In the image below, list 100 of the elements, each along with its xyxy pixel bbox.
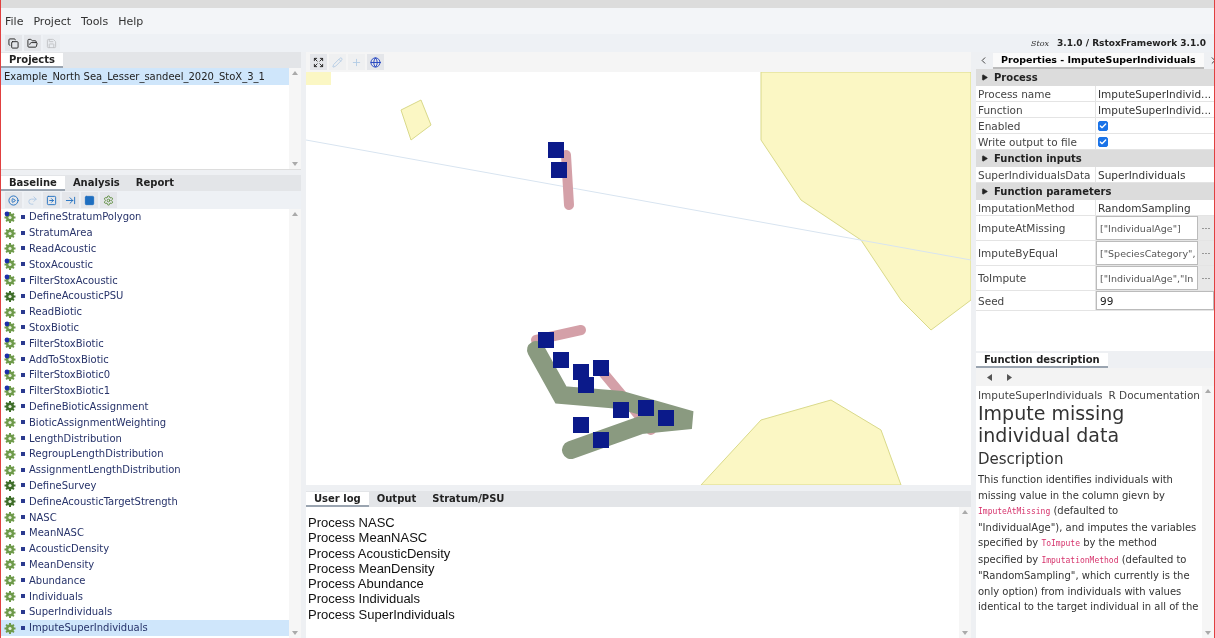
- scrollbar[interactable]: [289, 209, 301, 638]
- process-item[interactable]: ImputeSuperIndividuals: [1, 619, 289, 636]
- process-item[interactable]: Abundance: [1, 572, 289, 589]
- gear-icon: [4, 226, 17, 239]
- process-item[interactable]: ReadAcoustic: [1, 240, 289, 257]
- input-field[interactable]: ["SpeciesCategory",: [1096, 241, 1198, 265]
- process-item[interactable]: MeanNASC: [1, 524, 289, 541]
- gear-icon: [4, 416, 17, 429]
- checkbox[interactable]: [1098, 136, 1108, 147]
- section-header[interactable]: Process: [976, 69, 1214, 86]
- process-item[interactable]: NASC: [1, 509, 289, 525]
- gear-button[interactable]: [100, 192, 117, 208]
- menu-item[interactable]: Tools: [81, 14, 109, 28]
- input-field[interactable]: 99: [1096, 291, 1214, 310]
- more-button[interactable]: ···: [1198, 216, 1214, 240]
- gear-icon: [4, 479, 17, 492]
- process-item[interactable]: RegroupLengthDistribution: [1, 445, 289, 462]
- globe-button[interactable]: [367, 54, 384, 70]
- scrollbar[interactable]: [1202, 386, 1214, 638]
- logo-text: Stox: [1030, 38, 1049, 48]
- gear-with-dot-icon: [4, 368, 17, 381]
- play-icon: [8, 194, 19, 206]
- folder-icon: [27, 37, 38, 49]
- tab[interactable]: Analysis: [64, 176, 128, 191]
- stop-button[interactable]: [81, 192, 98, 208]
- doc-heading: Description: [978, 450, 1065, 468]
- process-item[interactable]: FilterStoxBiotic0: [1, 366, 289, 383]
- arrow-box-button[interactable]: [43, 192, 60, 208]
- process-item[interactable]: AcousticDensity: [1, 540, 289, 557]
- property-value: RandomSampling: [1097, 200, 1192, 215]
- process-item[interactable]: DefineBioticAssignment: [1, 398, 289, 415]
- process-item[interactable]: StratumArea: [1, 224, 289, 241]
- more-button[interactable]: ···: [1198, 241, 1214, 265]
- folder-button[interactable]: [24, 35, 41, 51]
- section-header[interactable]: Function parameters: [976, 183, 1214, 200]
- process-item[interactable]: FilterStoxAcoustic: [1, 272, 289, 288]
- property-name: ImputationMethod: [976, 200, 1096, 215]
- tab[interactable]: Stratum/PSU: [424, 492, 513, 507]
- arrow-to-line-button[interactable]: [62, 192, 79, 208]
- gear-icon: [4, 447, 17, 460]
- process-item[interactable]: Individuals: [1, 588, 289, 604]
- scrollbar[interactable]: [289, 68, 301, 169]
- scrollbar[interactable]: [959, 507, 971, 638]
- menu-item[interactable]: Project: [33, 14, 72, 28]
- gear-icon: [4, 590, 17, 602]
- play-button[interactable]: [5, 192, 22, 208]
- process-item[interactable]: MeanDensity: [1, 556, 289, 573]
- gear-icon: [4, 526, 17, 539]
- tab[interactable]: User log: [306, 492, 369, 507]
- plus-icon: [351, 56, 362, 68]
- process-item[interactable]: LengthDistribution: [1, 430, 289, 446]
- tab[interactable]: Output: [368, 492, 425, 507]
- process-item[interactable]: DefineStratumPolygon: [1, 209, 289, 225]
- gear-icon: [4, 621, 17, 634]
- input-field[interactable]: ["IndividualAge"]: [1096, 216, 1198, 240]
- input-field[interactable]: ["IndividualAge","In: [1096, 266, 1198, 290]
- section-header[interactable]: Function inputs: [976, 150, 1214, 167]
- process-item[interactable]: ReadBiotic: [1, 303, 289, 320]
- process-item[interactable]: DefineSurvey: [1, 477, 289, 494]
- save-icon: [46, 37, 57, 49]
- doc-title: Impute missing individual data: [978, 402, 1126, 446]
- triangle-icon: [981, 74, 988, 81]
- gear-icon: [4, 432, 17, 445]
- process-item[interactable]: DefineAcousticTargetStrength: [1, 493, 289, 510]
- window-button[interactable]: [5, 35, 22, 51]
- project-item[interactable]: Example_North Sea_Lesser_sandeel_2020_StoX_3_1: [1, 68, 289, 85]
- log-line: Process MeanNASC: [308, 530, 429, 546]
- tab[interactable]: Projects: [1, 53, 63, 68]
- expand-icon: [313, 56, 324, 68]
- gear-icon: [4, 495, 17, 508]
- stop-icon: [84, 194, 95, 206]
- expand-button[interactable]: [310, 54, 327, 70]
- log-line: Process SuperIndividuals: [308, 606, 456, 623]
- process-item[interactable]: StoxAcoustic: [1, 256, 289, 273]
- menu-item[interactable]: Help: [118, 14, 144, 28]
- back-icon: [986, 373, 992, 381]
- process-item[interactable]: FilterStoxBiotic1: [1, 382, 289, 399]
- process-item[interactable]: AddToStoxBiotic: [1, 351, 289, 367]
- process-item[interactable]: BioticAssignmentWeighting: [1, 414, 289, 431]
- log-line: Process Abundance: [308, 576, 425, 592]
- triangle-icon: [981, 188, 988, 195]
- gear-icon: [4, 605, 17, 618]
- tab[interactable]: Report: [127, 176, 182, 191]
- window-icon: [8, 37, 19, 49]
- doc-source: R Documentation: [1108, 389, 1200, 401]
- scroll-down-icon: [292, 162, 298, 166]
- process-item[interactable]: StoxBiotic: [1, 319, 289, 336]
- scroll-down-icon: [962, 631, 968, 635]
- gear-icon: [4, 400, 17, 413]
- process-item[interactable]: SuperIndividuals: [1, 603, 289, 620]
- process-item[interactable]: DefineAcousticPSU: [1, 288, 289, 304]
- pencil-icon: [332, 56, 343, 68]
- process-item[interactable]: FilterStoxBiotic: [1, 335, 289, 352]
- process-item[interactable]: AssignmentLengthDistribution: [1, 461, 289, 478]
- more-button[interactable]: ···: [1198, 266, 1214, 290]
- tab[interactable]: Baseline: [1, 176, 65, 191]
- tab[interactable]: Properties - ImputeSuperIndividuals: [993, 52, 1204, 69]
- tab[interactable]: Function description: [976, 353, 1108, 368]
- menu-item[interactable]: File: [5, 14, 24, 28]
- checkbox[interactable]: [1098, 120, 1108, 131]
